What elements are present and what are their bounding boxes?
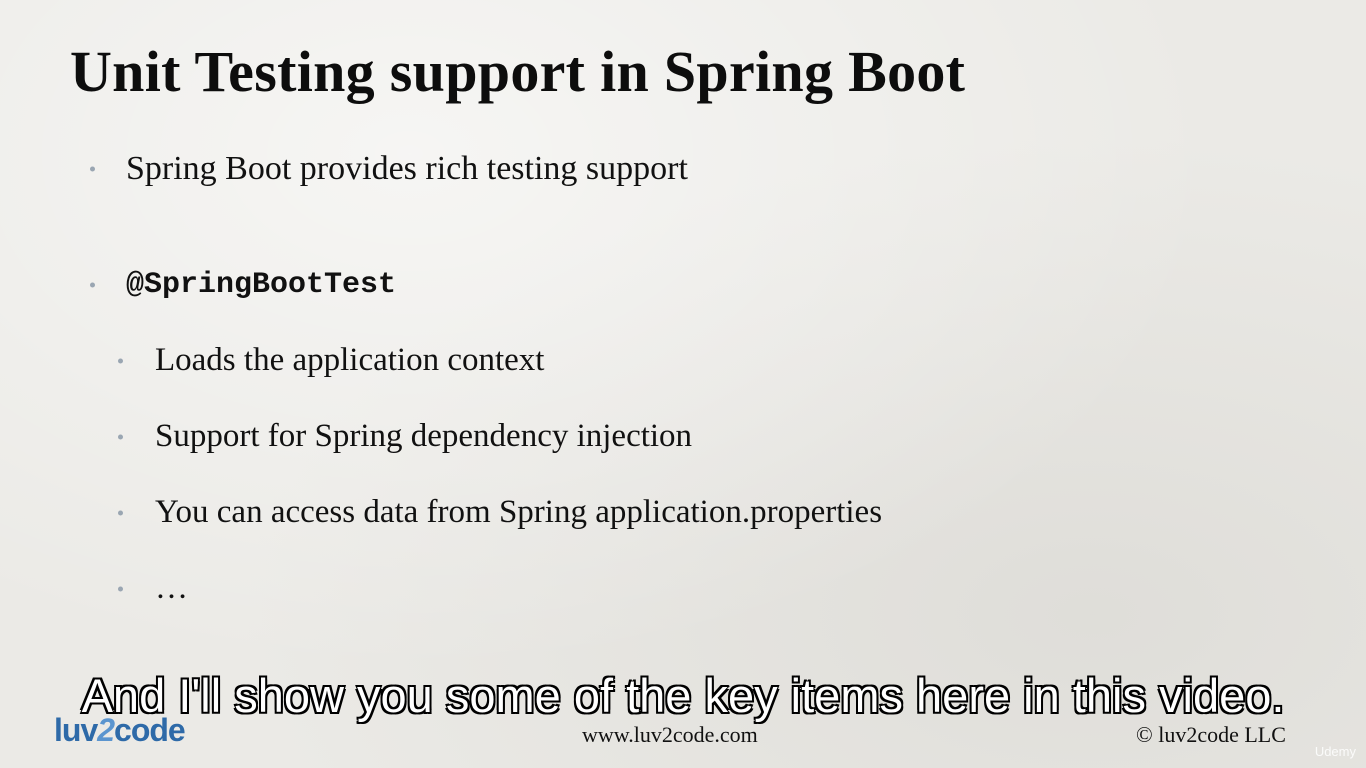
sub-bullet-item: Loads the application context (118, 342, 545, 379)
sub-bullet-item: You can access data from Spring applicat… (118, 494, 883, 531)
bullet-item-annotation: @SpringBootTest (90, 268, 397, 302)
footer-url: www.luv2code.com (582, 722, 758, 747)
sub-bullet-text: Loads the application context (155, 342, 545, 378)
bullet-item: Spring Boot provides rich testing suppor… (90, 150, 688, 188)
bullet-dot-icon (118, 586, 123, 591)
bullet-text: @SpringBootTest (126, 268, 397, 302)
udemy-watermark: Udemy (1314, 744, 1356, 759)
bullet-dot-icon (90, 282, 95, 288)
footer-copyright: © luv2code LLC (1136, 722, 1286, 747)
bullet-text: Spring Boot provides rich testing suppor… (126, 150, 688, 187)
slide-title: Unit Testing support in Spring Boot (70, 39, 966, 104)
bullet-dot-icon (118, 434, 123, 439)
bullet-dot-icon (118, 358, 123, 363)
sub-bullet-item: Support for Spring dependency injection (118, 418, 693, 455)
sub-bullet-text: … (155, 570, 188, 606)
bullet-dot-icon (90, 166, 95, 172)
slide-canvas: Unit Testing support in Spring Boot Spri… (0, 0, 1366, 768)
sub-bullet-item: … (118, 570, 188, 607)
sub-bullet-text: You can access data from Spring applicat… (155, 494, 883, 530)
video-caption: And I'll show you some of the key items … (81, 668, 1286, 723)
sub-bullet-text: Support for Spring dependency injection (155, 418, 693, 454)
bullet-dot-icon (118, 510, 123, 515)
